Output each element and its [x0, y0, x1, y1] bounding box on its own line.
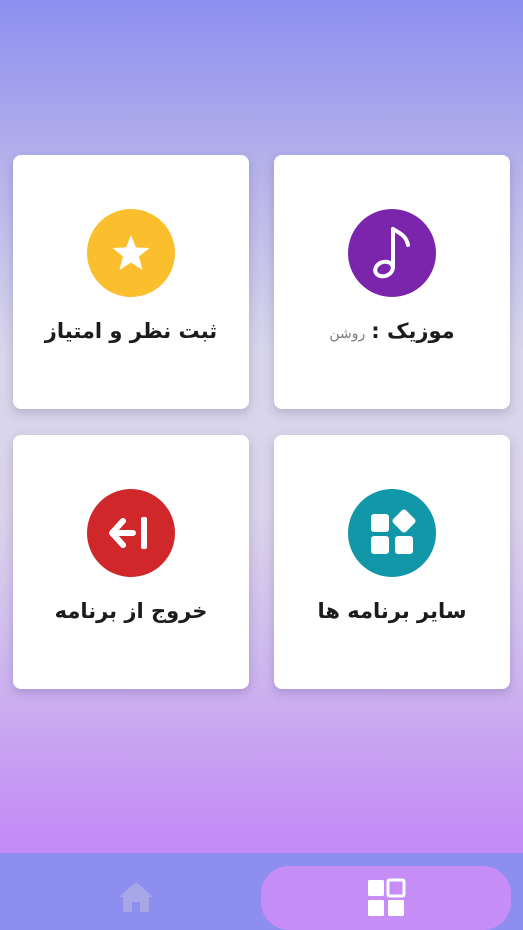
- music-card[interactable]: موزیک : روشن: [274, 155, 510, 409]
- apps-grid-icon: [371, 509, 416, 554]
- rate-label: ثبت نظر و امتیاز: [44, 319, 218, 343]
- music-note-icon: [373, 227, 410, 279]
- music-label: موزیک :: [371, 319, 455, 343]
- rate-card[interactable]: ثبت نظر و امتیاز: [13, 155, 249, 409]
- exit-card[interactable]: خروج از برنامه: [13, 435, 249, 689]
- music-status: روشن: [329, 326, 366, 342]
- apps-icon-circle: [348, 489, 436, 577]
- nav-apps-button[interactable]: [261, 866, 511, 930]
- rate-icon-circle: [87, 209, 175, 297]
- other-apps-label: سایر برنامه ها: [317, 599, 467, 623]
- exit-icon: [109, 517, 147, 549]
- other-apps-card[interactable]: سایر برنامه ها: [274, 435, 510, 689]
- bottom-nav: [0, 853, 523, 930]
- nav-home-button[interactable]: [100, 875, 172, 919]
- star-icon: [112, 235, 150, 270]
- music-label-row: موزیک : روشن: [274, 319, 510, 343]
- music-icon-circle: [348, 209, 436, 297]
- exit-icon-circle: [87, 489, 175, 577]
- home-icon: [119, 882, 153, 912]
- apps-grid-icon: [368, 878, 406, 916]
- exit-label: خروج از برنامه: [54, 599, 208, 623]
